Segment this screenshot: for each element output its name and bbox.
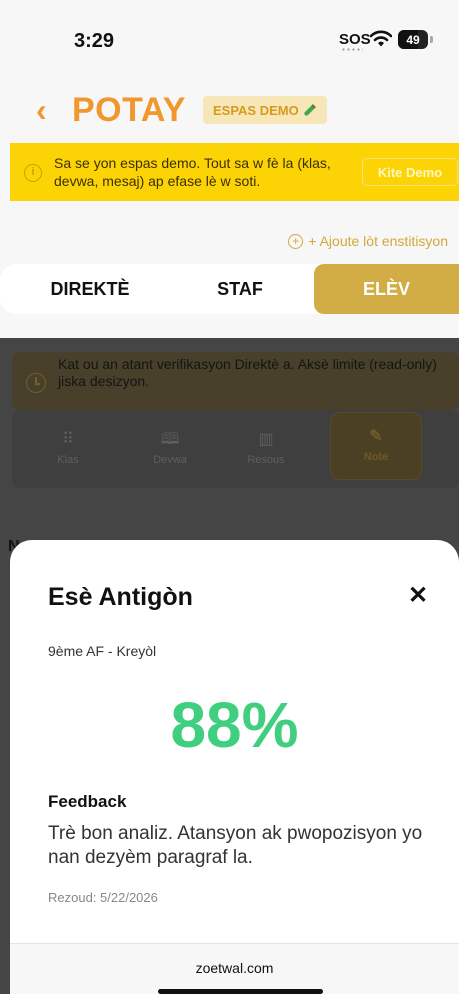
nav-classes-label: Klas: [57, 454, 79, 466]
role-tabs: DIREKTÈ STAF ELÈV: [0, 264, 459, 314]
add-institution-link[interactable]: + + Ajoute lòt enstitisyon: [288, 233, 448, 249]
test-tube-icon: [304, 104, 316, 116]
wifi-icon: [370, 30, 392, 47]
tab-staff[interactable]: STAF: [170, 264, 310, 314]
assignment-title: Esè Antigòn: [48, 583, 193, 611]
nav-resources: ▥ Resous: [220, 410, 312, 488]
edit-icon: ✎: [369, 428, 383, 445]
verification-notice: Kat ou an atant verifikasyon Direktè a. …: [12, 352, 459, 410]
battery-tip: [430, 36, 433, 43]
verification-notice-text: Kat ou an atant verifikasyon Direktè a. …: [58, 356, 437, 389]
battery-icon: 49: [398, 30, 428, 49]
browser-url-bar[interactable]: zoetwal.com: [10, 943, 459, 994]
nav-resources-label: Resous: [247, 454, 285, 466]
close-icon[interactable]: ✕: [408, 584, 428, 608]
sos-indicator: SOS: [339, 31, 371, 48]
class-name: 9ème AF - Kreyòl: [48, 643, 157, 659]
book-icon: 🕮: [160, 431, 180, 448]
chevron-left-icon[interactable]: ‹: [36, 94, 60, 126]
status-bar: 3:29 SOS 49: [0, 0, 459, 80]
returned-date: Rezoud: 5/22/2026: [48, 890, 158, 905]
signal-dots: [341, 48, 363, 51]
nav-classes: ⠿ Klas: [22, 410, 114, 488]
feedback-heading: Feedback: [48, 792, 127, 811]
grade-score: 88%: [170, 689, 299, 761]
nav-grades-label: Note: [363, 451, 389, 463]
clock-icon: [26, 373, 46, 393]
nav-grades: ✎ Note: [330, 412, 422, 480]
library-icon: ▥: [258, 431, 274, 448]
demo-badge: ESPAS DEMO: [203, 96, 327, 124]
exit-demo-button[interactable]: Kite Demo: [362, 158, 458, 186]
grid-icon: ⠿: [62, 431, 74, 448]
grade-detail-sheet: Esè Antigòn ✕ 9ème AF - Kreyòl 88% Feedb…: [10, 540, 459, 994]
nav-homework: 🕮 Devwa: [124, 410, 216, 488]
home-indicator[interactable]: [158, 989, 323, 994]
feedback-text: Trè bon analiz. Atansyon ak pwopozisyon …: [48, 823, 423, 868]
student-section-nav: ⠿ Klas 🕮 Devwa ▥ Resous ✎ Note: [12, 410, 459, 488]
add-institution-label: + Ajoute lòt enstitisyon: [308, 233, 448, 249]
info-icon: i: [24, 164, 42, 182]
tab-director[interactable]: DIREKTÈ: [10, 264, 170, 314]
status-time: 3:29: [74, 30, 115, 52]
demo-banner: i Sa se yon espas demo. Tout sa w fè la …: [10, 143, 459, 201]
tab-student[interactable]: ELÈV: [314, 264, 459, 314]
battery-level: 49: [406, 32, 420, 47]
page-title: POTAY: [72, 91, 186, 129]
app-header: ‹ POTAY ESPAS DEMO: [0, 88, 459, 132]
demo-banner-text: Sa se yon espas demo. Tout sa w fè la (k…: [54, 155, 331, 189]
demo-badge-label: ESPAS DEMO: [213, 102, 299, 118]
url-text: zoetwal.com: [195, 960, 274, 976]
plus-circle-icon: +: [288, 233, 304, 249]
nav-homework-label: Devwa: [153, 454, 187, 466]
